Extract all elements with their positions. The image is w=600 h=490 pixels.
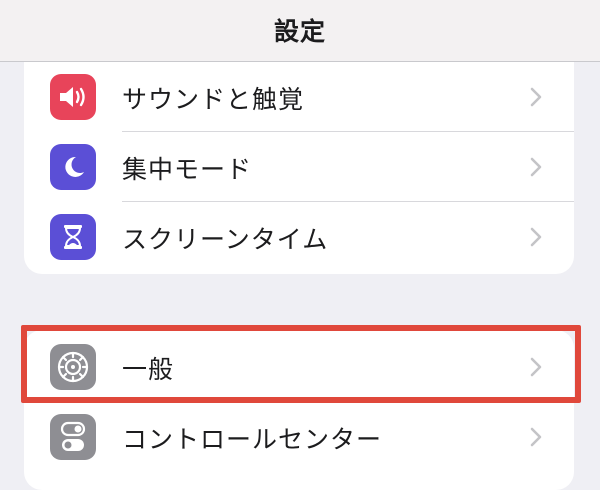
control-center-label: コントロールセンター: [122, 425, 383, 454]
moon-icon: [50, 144, 96, 190]
focus-label: 集中モード: [122, 155, 253, 184]
toggle-switch-icon: [50, 414, 96, 460]
settings-row-general[interactable]: 一般: [24, 332, 574, 402]
settings-group-general-control: 一般 コントロールセンター: [24, 330, 574, 490]
settings-group-sound-focus-screentime: サウンドと触覚 集中モード スクリーンタイム: [24, 62, 574, 274]
chevron-right-icon: [530, 227, 542, 247]
chevron-right-icon: [530, 427, 542, 447]
settings-row-control-center[interactable]: コントロールセンター: [24, 402, 574, 472]
settings-row-focus[interactable]: 集中モード: [24, 132, 574, 202]
page-title: 設定: [273, 17, 326, 46]
chevron-right-icon: [530, 157, 542, 177]
settings-row-screen-time[interactable]: スクリーンタイム: [24, 202, 574, 272]
sounds-haptics-label: サウンドと触覚: [122, 85, 305, 114]
navigation-bar: 設定: [0, 0, 600, 62]
settings-row-sounds-haptics[interactable]: サウンドと触覚: [24, 62, 574, 132]
chevron-right-icon: [530, 357, 542, 377]
general-label: 一般: [122, 355, 175, 384]
speaker-icon: [50, 74, 96, 120]
hourglass-icon: [50, 214, 96, 260]
gear-icon: [50, 344, 96, 390]
chevron-right-icon: [530, 87, 542, 107]
screen-time-label: スクリーンタイム: [122, 225, 329, 254]
